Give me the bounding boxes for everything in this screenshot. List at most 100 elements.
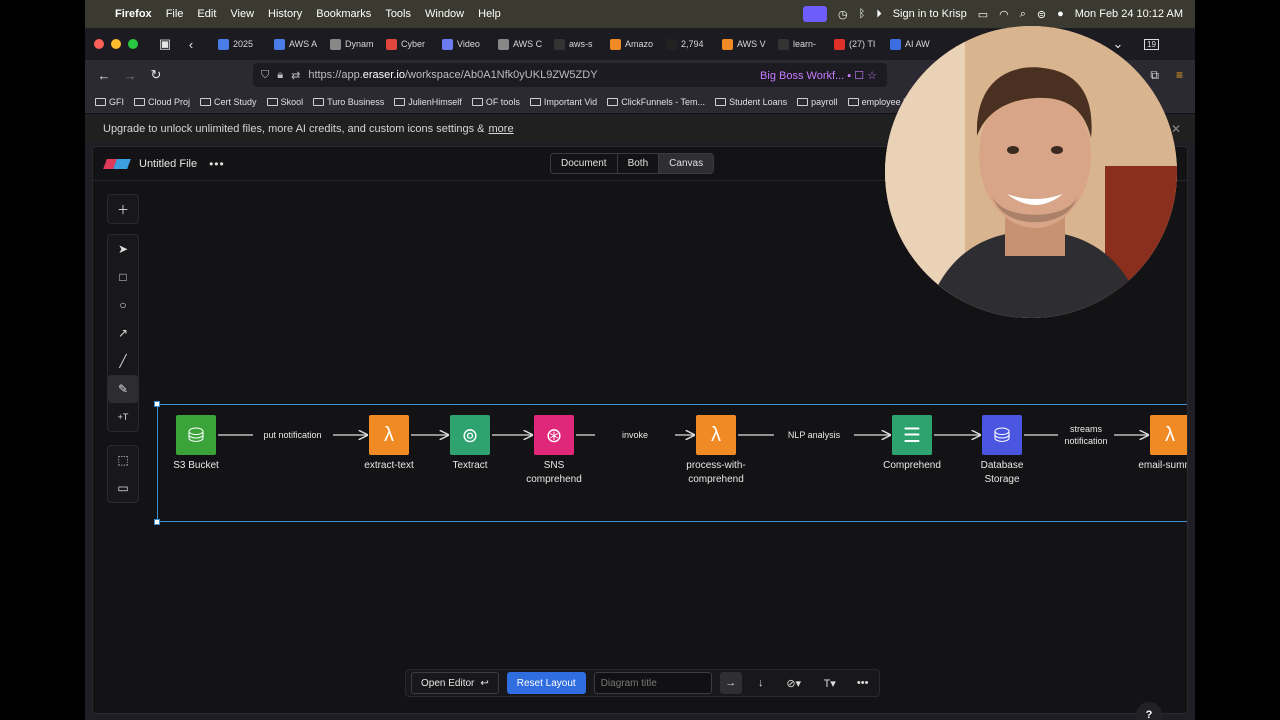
bookmark-item[interactable]: GFI <box>95 97 124 107</box>
wifi-icon[interactable]: ◠ <box>999 8 1009 21</box>
diagram-node-textract[interactable]: ⊚ Textract <box>425 415 515 473</box>
diagram-node-db[interactable]: ⛁ Database Storage <box>957 415 1047 487</box>
diagram-node-extract[interactable]: λ extract-text <box>344 415 434 473</box>
menu-tools[interactable]: Tools <box>385 8 411 20</box>
browser-tab[interactable]: Amazo <box>602 32 658 56</box>
pen-icon[interactable]: ✎ <box>108 375 138 403</box>
bookmark-item[interactable]: OF tools <box>471 97 520 107</box>
browser-tab[interactable]: AWS C <box>490 32 546 56</box>
menu-edit[interactable]: Edit <box>197 8 216 20</box>
comment-icon[interactable]: ▭ <box>108 474 138 502</box>
bookmark-item[interactable]: payroll <box>797 97 838 107</box>
browser-tab[interactable]: AI AW <box>882 32 938 56</box>
open-editor-button[interactable]: Open Editor ↩ <box>411 672 499 694</box>
bookmark-item[interactable]: Skool <box>266 97 303 107</box>
rectangle-icon[interactable]: □ <box>108 263 138 291</box>
ellipse-icon[interactable]: ○ <box>108 291 138 319</box>
banner-more-link[interactable]: more <box>489 123 514 135</box>
minimize-window-button[interactable] <box>111 39 121 49</box>
edge-label[interactable]: streams notification <box>1058 423 1114 447</box>
diagram-node-email[interactable]: λ email-summar <box>1125 415 1187 473</box>
bookmark-item[interactable]: Cert Study <box>200 97 257 107</box>
bookmark-item[interactable]: JulienHimself <box>394 97 462 107</box>
view-both[interactable]: Both <box>618 154 660 173</box>
browser-tab[interactable]: Dynam <box>322 32 378 56</box>
close-window-button[interactable] <box>94 39 104 49</box>
add-icon[interactable]: ＋ <box>108 195 138 223</box>
direction-right-icon[interactable]: → <box>719 672 742 694</box>
diagram-node-process[interactable]: λ process-with-comprehend <box>671 415 761 487</box>
screen-share-icon[interactable] <box>803 6 827 22</box>
extensions-icon[interactable]: ⧉ <box>1150 68 1159 83</box>
diagram-node-s3[interactable]: ⛁ S3 Bucket <box>151 415 241 473</box>
browser-tab[interactable]: (27) TI <box>826 32 882 56</box>
bookmark-item[interactable]: ClickFunnels - Tem... <box>607 97 705 107</box>
more-actions-icon[interactable]: ••• <box>852 672 874 694</box>
lock-icon[interactable]: 🔒︎ <box>277 69 283 82</box>
line-icon[interactable]: ╱ <box>108 347 138 375</box>
direction-down-icon[interactable]: ↓ <box>750 672 772 694</box>
frame-icon[interactable]: ⬚ <box>108 446 138 474</box>
view-canvas[interactable]: Canvas <box>659 154 714 173</box>
pointer-icon[interactable]: ➤ <box>108 235 138 263</box>
tab-overview-icon[interactable]: ▣ <box>152 36 178 52</box>
menu-window[interactable]: Window <box>425 8 464 20</box>
eraser-logo[interactable] <box>103 158 131 169</box>
style-dropdown-icon[interactable]: ⊘▾ <box>780 672 808 694</box>
text-icon[interactable]: +T <box>108 403 138 431</box>
tab-scroll-left-icon[interactable]: ‹ <box>178 37 204 52</box>
arrow-icon[interactable]: ↗ <box>108 319 138 347</box>
zoom-window-button[interactable] <box>128 39 138 49</box>
menu-app-name[interactable]: Firefox <box>115 8 152 20</box>
view-document[interactable]: Document <box>551 154 618 173</box>
banner-close-icon[interactable]: ✕ <box>1171 122 1181 136</box>
bookmark-shortcut[interactable]: Big Boss Workf... ▪ ☐ ☆ <box>760 69 877 82</box>
more-options-icon[interactable]: ••• <box>209 157 225 171</box>
browser-tab[interactable]: AWS V <box>714 32 770 56</box>
browser-tab[interactable]: aws-s <box>546 32 602 56</box>
edge-label[interactable]: invoke <box>595 429 675 441</box>
menu-help[interactable]: Help <box>478 8 501 20</box>
diagram-node-sns[interactable]: ⊛ SNS comprehend <box>509 415 599 487</box>
resize-handle[interactable] <box>154 401 160 407</box>
search-icon[interactable]: ⌕ <box>1020 8 1026 21</box>
browser-tab[interactable]: 2025 <box>210 32 266 56</box>
edge-label[interactable]: put notification <box>252 429 333 441</box>
battery-icon[interactable]: ▭ <box>978 8 988 21</box>
shield-icon[interactable]: ⛉ <box>261 69 269 82</box>
typography-dropdown-icon[interactable]: T▾ <box>816 672 844 694</box>
permissions-icon[interactable]: ⇄ <box>291 69 300 82</box>
bookmark-item[interactable]: Turo Business <box>313 97 384 107</box>
menu-bookmarks[interactable]: Bookmarks <box>316 8 371 20</box>
clock-icon[interactable]: ◷ <box>838 8 848 21</box>
menu-view[interactable]: View <box>230 8 254 20</box>
browser-tab[interactable]: Cyber <box>378 32 434 56</box>
file-name[interactable]: Untitled File <box>139 158 197 170</box>
tab-label: Video <box>457 39 480 49</box>
browser-tab[interactable]: learn- <box>770 32 826 56</box>
url-bar[interactable]: ⛉ 🔒︎ ⇄ https://app.eraser.io/workspace/A… <box>253 63 887 87</box>
menu-icon[interactable]: ≡ <box>1176 68 1183 82</box>
krisp-signin[interactable]: Sign in to Krisp <box>893 8 967 20</box>
browser-tab[interactable]: Video <box>434 32 490 56</box>
play-icon[interactable]: ⏵ <box>876 8 882 21</box>
diagram-node-comprehend[interactable]: ☰ Comprehend <box>867 415 957 473</box>
forward-icon[interactable]: → <box>117 68 143 83</box>
edge-label[interactable]: NLP analysis <box>774 429 854 441</box>
back-icon[interactable]: ← <box>91 68 117 83</box>
bluetooth-icon[interactable]: ᛒ <box>859 8 866 20</box>
bookmark-item[interactable]: Cloud Proj <box>134 97 190 107</box>
resize-handle[interactable] <box>154 519 160 525</box>
diagram-title-input[interactable] <box>593 672 712 694</box>
browser-tab[interactable]: AWS A <box>266 32 322 56</box>
menu-file[interactable]: File <box>166 8 184 20</box>
tab-count-badge[interactable]: 19 <box>1144 38 1159 50</box>
control-center-icon[interactable]: ⊜ <box>1037 8 1046 21</box>
browser-tab[interactable]: 2,794 <box>658 32 714 56</box>
siri-icon[interactable]: ● <box>1057 8 1064 20</box>
bookmark-item[interactable]: Important Vid <box>529 97 597 107</box>
bookmark-item[interactable]: Student Loans <box>715 97 787 107</box>
menu-history[interactable]: History <box>268 8 302 20</box>
reset-layout-button[interactable]: Reset Layout <box>506 672 586 694</box>
reload-icon[interactable]: ↻ <box>143 67 169 83</box>
